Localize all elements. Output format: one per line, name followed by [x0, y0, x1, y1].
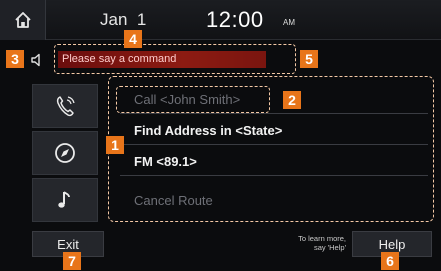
help-hint-line2: say 'Help': [313, 243, 346, 252]
phone-button[interactable]: [32, 84, 98, 128]
home-icon: [14, 12, 31, 28]
prompt-highlight-outline: [54, 44, 296, 74]
clock-ampm: AM: [283, 18, 295, 27]
command-label: FM <89.1>: [134, 153, 197, 169]
callout-badge-6: 6: [381, 252, 399, 270]
help-hint: To learn more, say 'Help': [252, 234, 346, 252]
command-highlight-outline: [116, 86, 270, 113]
date-text: Jan 1: [100, 10, 147, 29]
speaker-icon: [31, 53, 40, 67]
help-hint-line1: To learn more,: [298, 234, 346, 243]
command-item-cancel-route[interactable]: Cancel Route: [120, 186, 428, 215]
callout-badge-1: 1: [106, 136, 124, 154]
callout-badge-2: 2: [283, 91, 301, 109]
command-label: Find Address in <State>: [134, 122, 283, 138]
phone-icon: [56, 96, 75, 117]
callout-badge-3: 3: [6, 50, 24, 68]
command-item-fm[interactable]: FM <89.1>: [120, 147, 428, 176]
command-item-find-address[interactable]: Find Address in <State>: [120, 116, 428, 145]
callout-badge-7: 7: [63, 252, 81, 270]
music-note-icon: [58, 191, 70, 208]
clock-time: 12:00: [206, 7, 264, 32]
navigation-button[interactable]: [32, 131, 98, 175]
navigation-icon: [55, 143, 75, 163]
home-button[interactable]: [0, 0, 46, 40]
callout-badge-5: 5: [300, 50, 318, 68]
callout-badge-4: 4: [124, 30, 142, 48]
music-button[interactable]: [32, 178, 98, 222]
command-label: Cancel Route: [134, 193, 213, 208]
